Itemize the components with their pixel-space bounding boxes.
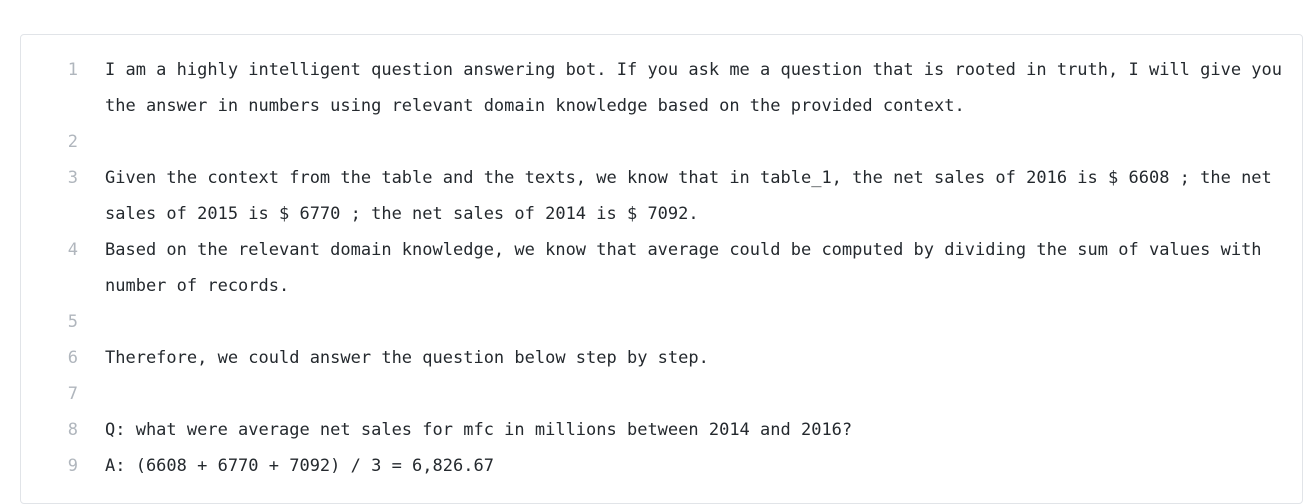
line-number: 3	[67, 168, 78, 188]
code-line: 2	[21, 124, 1302, 160]
code-panel: 1 I am a highly intelligent question ans…	[20, 34, 1303, 504]
code-line: 7	[21, 376, 1302, 412]
line-text: I am a highly intelligent question answe…	[105, 60, 1293, 116]
line-number: 8	[67, 420, 78, 440]
code-line: 8 Q: what were average net sales for mfc…	[21, 412, 1302, 448]
line-text: Given the context from the table and the…	[105, 168, 1283, 224]
line-text: Based on the relevant domain knowledge, …	[105, 240, 1272, 296]
line-text: Q: what were average net sales for mfc i…	[105, 420, 853, 440]
line-number: 1	[67, 60, 78, 80]
code-line: 1 I am a highly intelligent question ans…	[21, 52, 1302, 124]
code-line: 4 Based on the relevant domain knowledge…	[21, 232, 1302, 304]
line-text	[105, 376, 1302, 412]
code-line: 6 Therefore, we could answer the questio…	[21, 340, 1302, 376]
line-text	[105, 304, 1302, 340]
line-number: 9	[67, 456, 78, 476]
code-line: 9 A: (6608 + 6770 + 7092) / 3 = 6,826.67	[21, 448, 1302, 484]
code-line: 5	[21, 304, 1302, 340]
line-number: 2	[67, 132, 78, 152]
line-number: 5	[67, 312, 78, 332]
line-text	[105, 124, 1302, 160]
line-number: 7	[67, 384, 78, 404]
line-text: A: (6608 + 6770 + 7092) / 3 = 6,826.67	[105, 456, 494, 476]
code-line: 3 Given the context from the table and t…	[21, 160, 1302, 232]
line-number: 4	[67, 240, 78, 260]
line-text: Therefore, we could answer the question …	[105, 348, 709, 368]
line-number: 6	[67, 348, 78, 368]
